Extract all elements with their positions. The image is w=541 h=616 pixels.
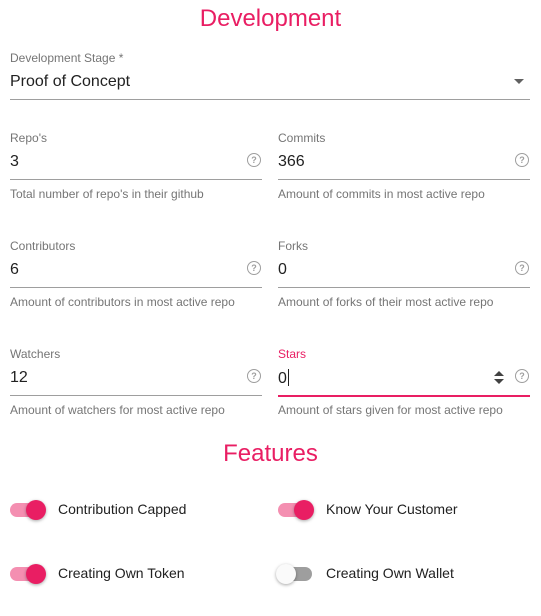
forks-input[interactable]: 0 (278, 261, 287, 279)
number-spinner-icon[interactable] (494, 371, 504, 385)
forks-underline (278, 287, 530, 288)
development-stage-value: Proof of Concept (10, 73, 131, 90)
repos-input[interactable]: 3 (10, 153, 19, 171)
help-circle-icon[interactable]: ? (515, 153, 529, 167)
contributors-underline (10, 287, 262, 288)
commits-label: Commits (278, 131, 326, 145)
help-circle-icon[interactable]: ? (515, 369, 529, 383)
stars-input[interactable]: 0 (278, 369, 289, 388)
creating-own-token-label: Creating Own Token (58, 565, 185, 581)
forks-label: Forks (278, 239, 308, 253)
commits-underline (278, 179, 530, 180)
spinner-up-icon[interactable] (494, 371, 504, 376)
watchers-helper-text: Amount of watchers for most active repo (10, 403, 225, 417)
switch-thumb[interactable] (26, 564, 46, 584)
stars-underline (278, 395, 530, 397)
text-caret (287, 369, 289, 386)
dropdown-arrow-icon[interactable] (514, 79, 524, 84)
features-heading: Features (223, 440, 318, 467)
stars-value: 0 (278, 370, 287, 387)
help-circle-icon[interactable]: ? (515, 261, 529, 275)
contribution-capped-switch[interactable] (10, 500, 46, 520)
watchers-label: Watchers (10, 347, 61, 361)
development-stage-underline (10, 99, 530, 100)
commits-helper-text: Amount of commits in most active repo (278, 187, 485, 201)
repos-underline (10, 179, 262, 180)
contributors-input[interactable]: 6 (10, 261, 19, 279)
switch-thumb[interactable] (26, 500, 46, 520)
contribution-capped-label: Contribution Capped (58, 501, 187, 517)
stars-helper-text: Amount of stars given for most active re… (278, 403, 503, 417)
toggle-creating-own-token[interactable]: Creating Own Token (10, 562, 250, 586)
contributors-helper-text: Amount of contributors in most active re… (10, 295, 235, 309)
creating-own-token-switch[interactable] (10, 564, 46, 584)
switch-thumb[interactable] (294, 500, 314, 520)
creating-own-wallet-switch[interactable] (276, 564, 314, 584)
repos-helper-text: Total number of repo's in their github (10, 187, 204, 201)
switch-thumb[interactable] (276, 564, 296, 584)
help-circle-icon[interactable]: ? (247, 369, 261, 383)
contributors-label: Contributors (10, 239, 76, 253)
stars-label: Stars (278, 347, 307, 361)
repos-label: Repo's (10, 131, 47, 145)
toggle-know-your-customer[interactable]: Know Your Customer (278, 498, 518, 522)
watchers-underline (10, 395, 262, 396)
know-your-customer-label: Know Your Customer (326, 501, 458, 517)
commits-input[interactable]: 366 (278, 153, 305, 171)
spinner-down-icon[interactable] (494, 379, 504, 384)
help-circle-icon[interactable]: ? (247, 153, 261, 167)
creating-own-wallet-label: Creating Own Wallet (326, 565, 454, 581)
know-your-customer-switch[interactable] (278, 500, 314, 520)
development-heading: Development (199, 5, 342, 32)
forks-helper-text: Amount of forks of their most active rep… (278, 295, 494, 309)
toggle-creating-own-wallet[interactable]: Creating Own Wallet (276, 562, 518, 586)
development-stage-label: Development Stage * (10, 51, 124, 65)
toggle-contribution-capped[interactable]: Contribution Capped (10, 498, 250, 522)
help-circle-icon[interactable]: ? (247, 261, 261, 275)
watchers-input[interactable]: 12 (10, 369, 28, 387)
